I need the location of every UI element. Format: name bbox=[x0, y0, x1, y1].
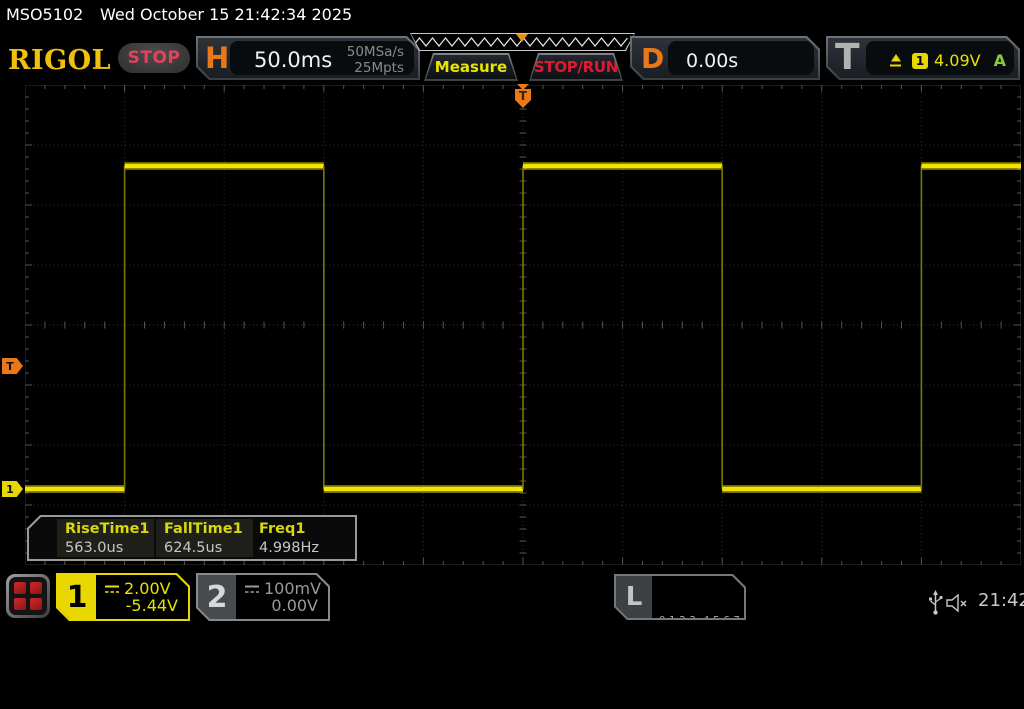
trigger-level-value: 4.09V bbox=[934, 51, 981, 70]
delay-label: D bbox=[641, 42, 665, 75]
speaker-muted-icon[interactable] bbox=[946, 593, 970, 613]
measurement-label: Freq1 bbox=[259, 521, 306, 537]
channel1-number: 1 bbox=[58, 575, 96, 619]
usb-icon bbox=[929, 590, 943, 615]
delay-panel[interactable]: D 0.00s bbox=[630, 36, 820, 80]
stop-run-button[interactable]: STOP/RUN bbox=[529, 53, 623, 81]
horizontal-value-box: 50.0ms 50MSa/s 25Mpts bbox=[230, 41, 414, 75]
clock-text: 21:42 bbox=[978, 590, 1024, 611]
channel2-status-box[interactable]: 2 100mV 0.00V bbox=[196, 573, 330, 621]
trigger-value-box: 1 4.09V A bbox=[866, 41, 1014, 75]
trigger-mode: A bbox=[993, 51, 1006, 70]
channel1-status-box[interactable]: 1 2.00V -5.44V bbox=[56, 573, 190, 621]
logic-channels-box[interactable]: L 0 1 2 3 4 5 6 7 8 9 1011 12131415 bbox=[614, 574, 746, 620]
waveform-memory-bar[interactable] bbox=[410, 33, 635, 51]
channel1-offset-marker[interactable]: 1 bbox=[2, 481, 23, 497]
trigger-label: T bbox=[835, 37, 860, 78]
trigger-level-marker[interactable]: T bbox=[2, 358, 23, 374]
dc-coupling-icon bbox=[244, 584, 260, 594]
waveform-display-area[interactable]: T T 1 RiseTime1 FallTime1 Freq1 563.0us … bbox=[0, 84, 1024, 566]
memory-depth: 25Mpts bbox=[354, 60, 404, 76]
logic-channel-numbers: 0 1 2 3 4 5 6 7 8 9 1011 12131415 bbox=[659, 615, 763, 674]
memory-trigger-position-icon bbox=[516, 34, 528, 42]
rigol-logo: RIGOL bbox=[8, 45, 112, 76]
footer-bar: 1 2.00V -5.44V 2 100mV 0.00V L 0 1 2 3 4… bbox=[0, 566, 1024, 630]
trigger-source-badge: 1 bbox=[912, 53, 928, 69]
horizontal-label: H bbox=[205, 41, 230, 75]
measurement-results-box[interactable]: RiseTime1 FallTime1 Freq1 563.0us 624.5u… bbox=[27, 515, 357, 561]
logic-label: L bbox=[616, 576, 652, 618]
trigger-panel[interactable]: T 1 4.09V A bbox=[826, 36, 1020, 80]
measurement-value: 624.5us bbox=[164, 540, 223, 556]
acquisition-info: 50MSa/s 25Mpts bbox=[347, 44, 404, 76]
horizontal-panel[interactable]: H 50.0ms 50MSa/s 25Mpts bbox=[196, 36, 420, 80]
measurement-value: 4.998Hz bbox=[259, 540, 320, 556]
delay-value: 0.00s bbox=[686, 50, 739, 72]
red-grid-icon bbox=[9, 577, 47, 615]
digital-channels-grid-button[interactable] bbox=[6, 574, 50, 618]
datetime-text: Wed October 15 21:42:34 2025 bbox=[100, 5, 353, 24]
graticule-and-trace bbox=[25, 85, 1021, 565]
header-bar: RIGOL STOP H 50.0ms 50MSa/s 25Mpts Measu… bbox=[0, 30, 1024, 84]
measure-button[interactable]: Measure bbox=[424, 53, 518, 81]
measurement-label: RiseTime1 bbox=[65, 521, 150, 537]
model-name: MSO5102 bbox=[6, 5, 84, 24]
measurement-value: 563.0us bbox=[65, 540, 124, 556]
status-bar: MSO5102 Wed October 15 21:42:34 2025 bbox=[0, 0, 1024, 30]
trigger-position-flag-icon: T bbox=[515, 89, 531, 108]
measurement-label: FallTime1 bbox=[164, 521, 243, 537]
sample-rate: 50MSa/s bbox=[346, 44, 404, 60]
delay-value-box: 0.00s bbox=[668, 41, 814, 75]
dc-coupling-icon bbox=[104, 584, 120, 594]
channel2-number: 2 bbox=[198, 575, 236, 619]
run-state-badge: STOP bbox=[118, 43, 190, 73]
channel1-offset: -5.44V bbox=[125, 596, 178, 615]
timebase-scale: 50.0ms bbox=[254, 48, 333, 72]
channel2-offset: 0.00V bbox=[271, 596, 318, 615]
trigger-position-marker[interactable]: T bbox=[512, 84, 534, 112]
rising-edge-trigger-icon bbox=[888, 52, 904, 68]
